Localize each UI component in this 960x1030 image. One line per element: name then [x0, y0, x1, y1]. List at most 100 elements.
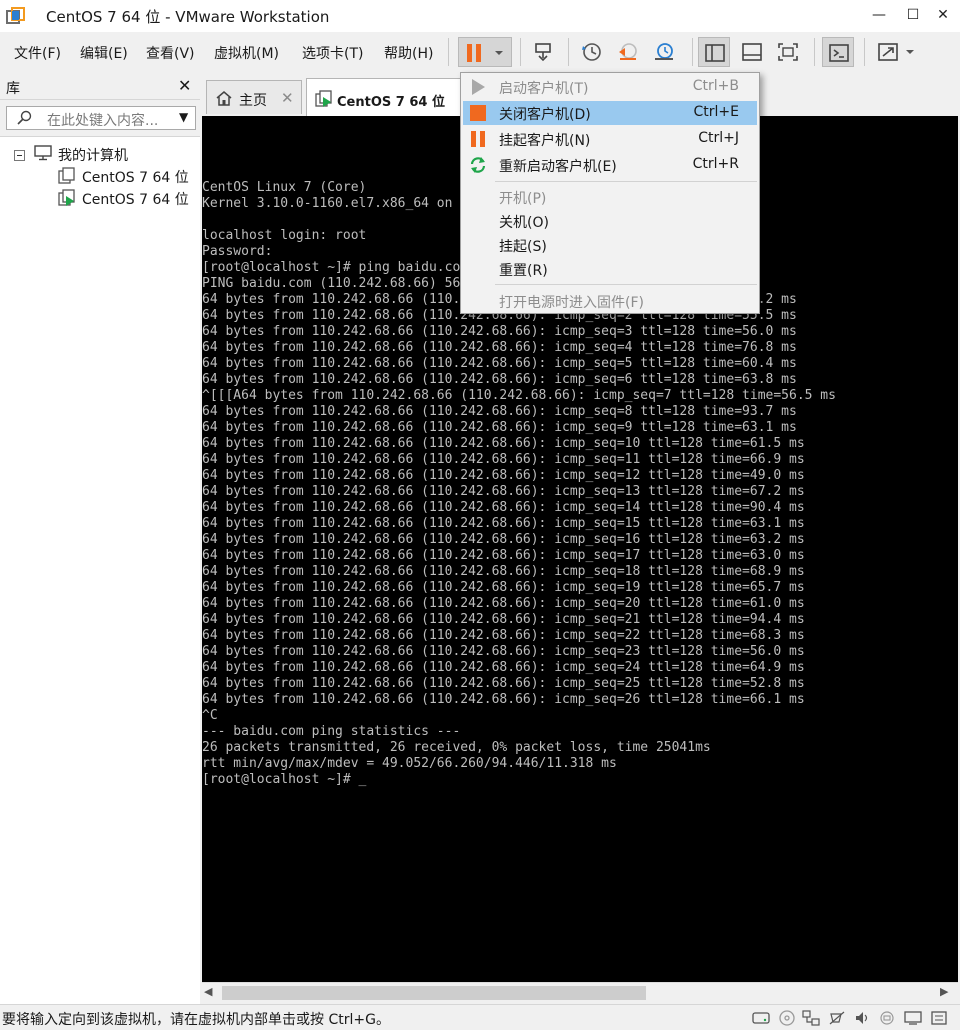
- tab-vm-centos[interactable]: CentOS 7 64 位: [306, 78, 462, 116]
- minimize-button[interactable]: —: [862, 0, 896, 32]
- menu-help[interactable]: 帮助(H): [384, 43, 433, 63]
- restart-icon: [469, 156, 487, 178]
- menu-reset-label: 重置(R): [499, 263, 548, 279]
- revert-snapshot-icon: [619, 43, 637, 60]
- toolbar-separator: [520, 38, 521, 66]
- menu-power-off[interactable]: 关机(O): [463, 209, 757, 233]
- snapshot-manager-icon: [655, 43, 673, 60]
- library-title: 库: [6, 81, 20, 97]
- library-tree: 我的计算机 CentOS 7 64 位 CentOS 7 64 位: [0, 136, 200, 1004]
- menu-power-on-label: 开机(P): [499, 191, 547, 207]
- network-adapter-icon[interactable]: [802, 1010, 820, 1026]
- menu-suspend[interactable]: 挂起(S): [463, 233, 757, 257]
- pause-icon: [469, 130, 487, 152]
- menu-reset[interactable]: 重置(R): [463, 257, 757, 281]
- menu-vm[interactable]: 虚拟机(M): [214, 43, 279, 63]
- menu-suspend-label: 挂起(S): [499, 239, 547, 255]
- running-vm-icon: [58, 189, 76, 211]
- tree-root-my-computer[interactable]: 我的计算机: [58, 145, 128, 165]
- menu-firmware-label: 打开电源时进入固件(F): [499, 295, 644, 311]
- show-thumbnail-bar-button[interactable]: [736, 37, 768, 67]
- menu-tabs[interactable]: 选项卡(T): [302, 43, 363, 63]
- snapshot-clock-icon: [582, 43, 601, 61]
- play-icon: [469, 78, 487, 100]
- toolbar-separator: [448, 38, 449, 66]
- menu-suspend-guest-label: 挂起客户机(N): [499, 133, 591, 149]
- printer-icon[interactable]: [878, 1010, 896, 1026]
- menu-restart-guest-shortcut: Ctrl+R: [692, 156, 739, 172]
- title-bar: CentOS 7 64 位 - VMware Workstation — ☐ ✕: [0, 0, 960, 32]
- library-close-button[interactable]: ✕: [178, 76, 191, 95]
- menu-separator: [495, 284, 757, 285]
- status-bar: 要将输入定向到该虚拟机，请在虚拟机内部单击或按 Ctrl+G。: [0, 1004, 960, 1030]
- snapshot-manager-button[interactable]: [648, 37, 680, 67]
- console-icon: [829, 44, 849, 62]
- window-title: CentOS 7 64 位 - VMware Workstation: [46, 8, 330, 26]
- power-pause-button[interactable]: [458, 37, 512, 67]
- menu-power-on[interactable]: 开机(P): [463, 185, 757, 209]
- display-icon[interactable]: [904, 1010, 922, 1026]
- menu-start-guest[interactable]: 启动客户机(T) Ctrl+B: [463, 75, 757, 99]
- thumbnail-bar-icon: [742, 43, 762, 61]
- menu-restart-guest-label: 重新启动客户机(E): [499, 159, 617, 175]
- console-view-button[interactable]: [822, 37, 854, 67]
- search-placeholder: 在此处键入内容...: [47, 113, 159, 129]
- toolbar-separator: [814, 38, 815, 66]
- running-vm-icon: [315, 90, 333, 112]
- menu-restart-guest[interactable]: 重新启动客户机(E) Ctrl+R: [463, 153, 757, 177]
- library-panel-icon: [705, 44, 725, 62]
- close-window-button[interactable]: ✕: [926, 0, 960, 32]
- chevron-down-icon[interactable]: ▼: [179, 110, 188, 124]
- vmware-app-icon[interactable]: [6, 6, 26, 26]
- menu-power-on-to-firmware[interactable]: 打开电源时进入固件(F): [463, 289, 757, 313]
- menu-view[interactable]: 查看(V): [146, 43, 195, 63]
- tab-vm-label: CentOS 7 64 位: [337, 95, 445, 110]
- status-message: 要将输入定向到该虚拟机，请在虚拟机内部单击或按 Ctrl+G。: [2, 1012, 390, 1028]
- menu-start-guest-shortcut: Ctrl+B: [692, 78, 739, 94]
- stop-icon: [469, 104, 487, 126]
- computer-icon: [34, 145, 52, 165]
- menu-suspend-guest[interactable]: 挂起客户机(N) Ctrl+J: [463, 127, 757, 151]
- menu-shutdown-guest-label: 关闭客户机(D): [499, 107, 591, 123]
- library-header: 库 ✕: [0, 72, 200, 100]
- menu-shutdown-guest-shortcut: Ctrl+E: [693, 104, 740, 120]
- menu-edit[interactable]: 编辑(E): [80, 43, 128, 63]
- fullscreen-icon: [778, 43, 798, 61]
- full-screen-button[interactable]: [772, 37, 804, 67]
- tab-home-close-icon[interactable]: ✕: [281, 89, 294, 107]
- menu-shutdown-guest[interactable]: 关闭客户机(D) Ctrl+E: [463, 101, 757, 125]
- tab-home-label: 主页: [239, 93, 267, 109]
- menu-power-off-label: 关机(O): [499, 215, 549, 231]
- toolbar-separator: [692, 38, 693, 66]
- message-log-icon[interactable]: [930, 1010, 948, 1026]
- menu-separator: [495, 181, 757, 182]
- show-library-button[interactable]: [698, 37, 730, 67]
- horizontal-scrollbar[interactable]: ◀ ▶: [202, 982, 958, 1002]
- home-icon: [215, 90, 233, 110]
- scroll-left-arrow-icon[interactable]: ◀: [204, 985, 212, 998]
- toolbar-separator: [568, 38, 569, 66]
- scrollbar-thumb[interactable]: [222, 986, 646, 1000]
- menu-file[interactable]: 文件(F): [14, 43, 61, 63]
- menu-suspend-guest-shortcut: Ctrl+J: [698, 130, 739, 146]
- hard-disk-icon[interactable]: [752, 1010, 770, 1026]
- power-dropdown-menu: 启动客户机(T) Ctrl+B 关闭客户机(D) Ctrl+E 挂起客户机(N)…: [460, 72, 760, 314]
- tree-item-vm-running[interactable]: CentOS 7 64 位: [82, 189, 189, 209]
- menu-toolbar: 文件(F) 编辑(E) 查看(V) 虚拟机(M) 选项卡(T) 帮助(H): [0, 32, 960, 72]
- search-icon: [17, 110, 33, 130]
- usb-icon[interactable]: [828, 1010, 846, 1026]
- menu-start-guest-label: 启动客户机(T): [499, 81, 589, 97]
- revert-snapshot-button[interactable]: [612, 37, 644, 67]
- snapshot-button[interactable]: [576, 37, 608, 67]
- cd-dvd-icon[interactable]: [778, 1010, 796, 1026]
- sound-icon[interactable]: [854, 1010, 872, 1026]
- collapse-toggle-icon[interactable]: [14, 149, 25, 165]
- tab-home[interactable]: 主页 ✕: [206, 80, 302, 114]
- scroll-right-arrow-icon[interactable]: ▶: [940, 985, 948, 998]
- library-search-input[interactable]: 在此处键入内容... ▼: [6, 106, 196, 130]
- network-send-icon: [535, 43, 551, 62]
- send-ctrl-alt-del-button[interactable]: [528, 37, 560, 67]
- tree-item-vm[interactable]: CentOS 7 64 位: [82, 167, 189, 187]
- maximize-button[interactable]: ☐: [896, 0, 930, 32]
- stretch-guest-button[interactable]: [872, 37, 920, 67]
